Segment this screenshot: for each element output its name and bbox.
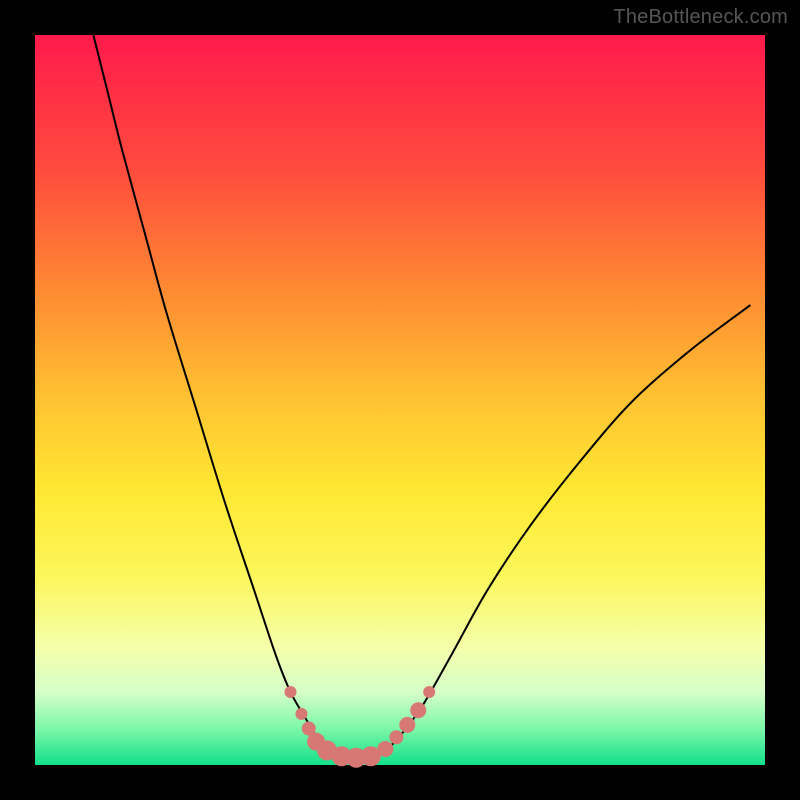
chart-stage: TheBottleneck.com xyxy=(0,0,800,800)
curve-marker xyxy=(389,730,403,744)
curve-marker xyxy=(410,702,426,718)
curve-marker xyxy=(295,708,307,720)
curve-marker xyxy=(423,686,435,698)
watermark-text: TheBottleneck.com xyxy=(613,6,788,29)
bottleneck-curve xyxy=(93,35,750,758)
curve-svg xyxy=(35,35,765,765)
marker-group xyxy=(285,686,436,768)
curve-marker xyxy=(285,686,297,698)
plot-area xyxy=(35,35,765,765)
curve-marker xyxy=(377,741,393,757)
curve-marker xyxy=(399,717,415,733)
